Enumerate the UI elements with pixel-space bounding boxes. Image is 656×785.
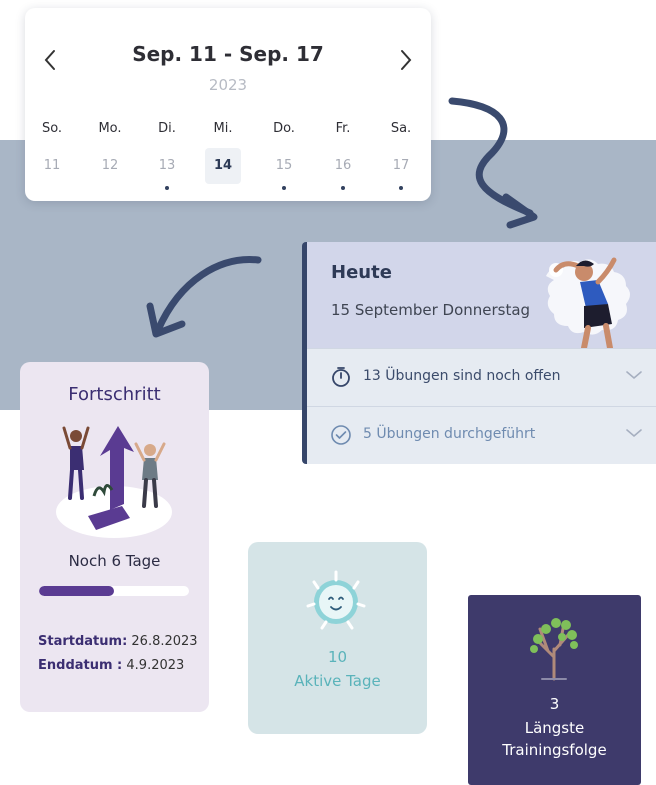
day-number: 17 bbox=[392, 158, 410, 173]
streak-count: 3 bbox=[549, 695, 560, 713]
calendar-day[interactable]: 15 bbox=[266, 148, 302, 190]
calendar-day-selected[interactable]: 14 bbox=[205, 148, 241, 184]
chevron-down-icon[interactable] bbox=[624, 423, 644, 447]
streak-label-line2: Trainingsfolge bbox=[502, 741, 607, 759]
day-number: 11 bbox=[43, 158, 61, 173]
end-date-label: Enddatum : bbox=[38, 658, 123, 673]
day-number: 15 bbox=[275, 158, 293, 173]
today-date: 15 September Donnerstag bbox=[331, 301, 531, 319]
progress-bar bbox=[39, 586, 189, 596]
weekday-label: Di. bbox=[158, 121, 176, 136]
day-number: 13 bbox=[158, 158, 176, 173]
calendar-day[interactable]: 17 bbox=[383, 148, 419, 190]
done-exercises-row[interactable]: 5 Übungen durchgeführt bbox=[307, 406, 656, 464]
stopwatch-icon bbox=[330, 366, 352, 392]
progress-bar-fill bbox=[39, 586, 114, 596]
activity-dot bbox=[282, 186, 286, 190]
calendar-range: Sep. 11 - Sep. 17 bbox=[132, 42, 324, 66]
calendar-day[interactable]: 12 bbox=[92, 148, 128, 184]
weekday-label: Mi. bbox=[213, 121, 233, 136]
calendar-day[interactable]: 11 bbox=[34, 148, 70, 184]
week-calendar: Sep. 11 - Sep. 17 2023 So. Mo. Di. Mi. D… bbox=[25, 8, 431, 201]
progress-title: Fortschritt bbox=[68, 384, 161, 405]
curved-arrow-left-icon bbox=[146, 256, 262, 338]
start-date-label: Startdatum: bbox=[38, 634, 128, 649]
start-date: Startdatum: 26.8.2023 bbox=[38, 634, 198, 649]
weekday-label: Fr. bbox=[335, 121, 351, 136]
activity-dot bbox=[399, 186, 403, 190]
weekday-label: Sa. bbox=[390, 121, 412, 136]
progress-illustration bbox=[56, 426, 172, 538]
day-number: 14 bbox=[213, 158, 233, 173]
day-number: 16 bbox=[334, 158, 352, 173]
day-number: 12 bbox=[101, 158, 119, 173]
open-exercises-text: 13 Übungen sind noch offen bbox=[363, 368, 561, 384]
today-title: Heute bbox=[331, 262, 392, 283]
end-date-value: 4.9.2023 bbox=[122, 658, 185, 673]
activity-dot bbox=[341, 186, 345, 190]
calendar-year: 2023 bbox=[208, 76, 248, 94]
progress-card: Fortschritt Noch 6 Tage Startdatum: 26.8… bbox=[20, 362, 209, 712]
stretching-woman-illustration bbox=[546, 257, 630, 348]
calendar-day[interactable]: 13 bbox=[149, 148, 185, 190]
days-remaining: Noch 6 Tage bbox=[68, 552, 161, 570]
active-days-count: 10 bbox=[327, 648, 348, 666]
weekday-label: Mo. bbox=[98, 121, 122, 136]
start-date-value: 26.8.2023 bbox=[127, 634, 198, 649]
calendar-day[interactable]: 16 bbox=[325, 148, 361, 190]
activity-dot bbox=[165, 186, 169, 190]
end-date: Enddatum : 4.9.2023 bbox=[38, 658, 184, 673]
curved-arrow-right-icon bbox=[448, 97, 538, 229]
sun-mascot-illustration bbox=[306, 570, 366, 630]
check-circle-icon bbox=[330, 424, 352, 450]
active-days-label: Aktive Tage bbox=[294, 672, 381, 690]
tree-icon bbox=[530, 618, 578, 681]
streak-card: 3 Längste Trainingsfolge bbox=[468, 595, 641, 785]
today-panel: Heute 15 September Donnerstag 13 Übungen… bbox=[302, 242, 656, 464]
open-exercises-row[interactable]: 13 Übungen sind noch offen bbox=[307, 348, 656, 406]
today-header: Heute 15 September Donnerstag bbox=[307, 242, 656, 348]
active-days-card: 10 Aktive Tage bbox=[248, 542, 427, 734]
chevron-down-icon[interactable] bbox=[624, 365, 644, 389]
weekday-label: Do. bbox=[273, 121, 295, 136]
streak-label-line1: Längste bbox=[524, 719, 585, 737]
chevron-right-icon[interactable] bbox=[399, 48, 413, 76]
done-exercises-text: 5 Übungen durchgeführt bbox=[363, 426, 536, 442]
weekday-label: So. bbox=[41, 121, 63, 136]
